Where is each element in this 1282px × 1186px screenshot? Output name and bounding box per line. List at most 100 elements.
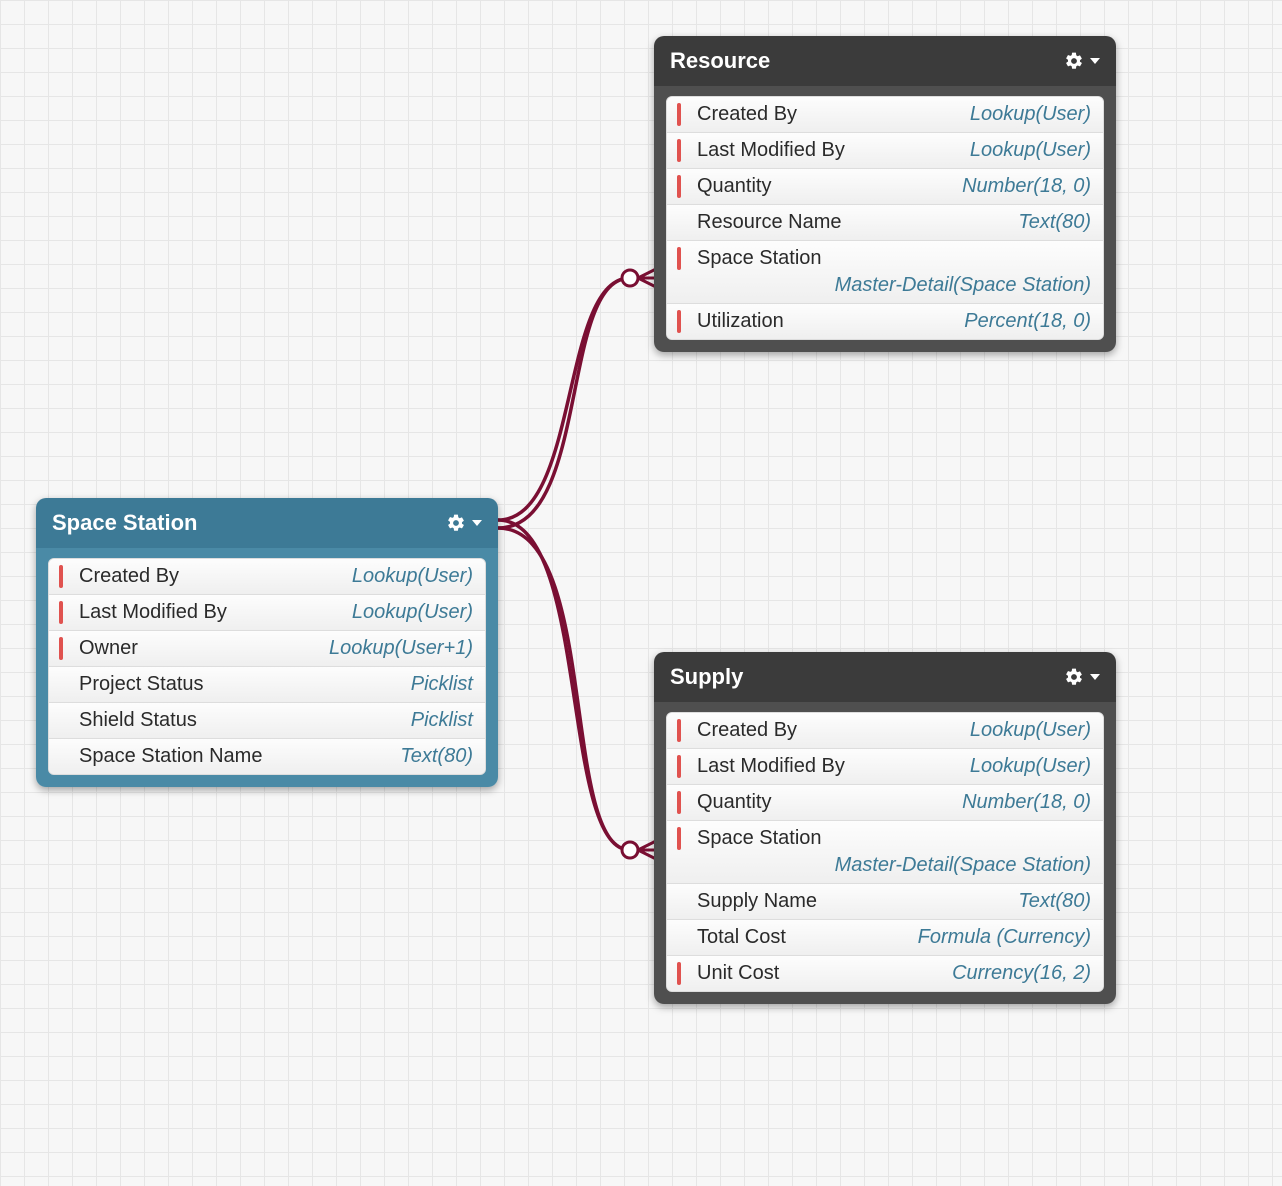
relationship-bar-icon xyxy=(59,673,63,696)
field-row[interactable]: Unit CostCurrency(16, 2) xyxy=(667,955,1103,991)
field-row[interactable]: Quantity Number(18, 0) xyxy=(667,168,1103,204)
field-type: Lookup(User) xyxy=(352,565,473,588)
field-row[interactable]: Created By Lookup(User) xyxy=(667,97,1103,132)
field-name: Shield Status xyxy=(79,709,401,732)
field-name: Resource Name xyxy=(697,211,1008,234)
field-row[interactable]: OwnerLookup(User+1) xyxy=(49,630,485,666)
field-name: Total Cost xyxy=(697,926,908,949)
field-row[interactable]: Shield StatusPicklist xyxy=(49,702,485,738)
field-name: Last Modified By xyxy=(697,139,960,162)
field-type: Lookup(User) xyxy=(970,755,1091,778)
entity-body: Created By Lookup(User) Last Modified By Lo… xyxy=(36,548,498,787)
connector-spacestation-supply-b xyxy=(498,528,630,850)
entity-space-station[interactable]: Space StationCreated ByLookup(User)Last … xyxy=(36,498,498,787)
relationship-bar-icon xyxy=(59,745,63,768)
field-row[interactable]: Space Station Master-Detail(Space Station… xyxy=(667,240,1103,303)
relationship-bar-icon xyxy=(59,709,63,732)
field-name: Space Station xyxy=(697,247,1091,270)
entity-resource[interactable]: ResourceCreated ByLookup(User)Last Modif… xyxy=(654,36,1116,352)
field-row[interactable]: Supply Name Text(80) xyxy=(667,883,1103,919)
field-type: Number(18, 0) xyxy=(962,175,1091,198)
field-row[interactable]: Last Modified By Lookup(User) xyxy=(49,594,485,630)
field-row[interactable]: Quantity Number(18, 0) xyxy=(667,784,1103,820)
field-row[interactable]: Total Cost Formula (Currency) xyxy=(667,919,1103,955)
relationship-bar-icon xyxy=(677,175,681,198)
relationship-bar-icon xyxy=(59,601,63,624)
relationship-bar-icon xyxy=(677,211,681,234)
field-row[interactable]: Utilization Percent(18, 0) xyxy=(667,303,1103,339)
entity-title: Supply xyxy=(670,664,743,690)
relationship-bar-icon xyxy=(677,791,681,814)
field-name: Created By xyxy=(79,565,342,588)
entity-body: Created By Lookup(User) Last Modified By Lo… xyxy=(654,86,1116,352)
entity-title: Resource xyxy=(670,48,770,74)
relationship-bar-icon xyxy=(59,565,63,588)
gear-icon[interactable] xyxy=(1064,667,1100,687)
field-row[interactable]: Created By Lookup(User) xyxy=(667,713,1103,748)
chevron-down-icon xyxy=(1090,58,1100,64)
relationship-bar-icon xyxy=(59,637,63,660)
gear-icon[interactable] xyxy=(446,513,482,533)
field-row[interactable]: Last Modified By Lookup(User) xyxy=(667,132,1103,168)
field-name: Quantity xyxy=(697,791,952,814)
field-name: Last Modified By xyxy=(79,601,342,624)
connector-spacestation-supply xyxy=(498,520,630,850)
field-name: Owner xyxy=(79,637,319,660)
field-name: Project Status xyxy=(79,673,401,696)
field-type: Text(80) xyxy=(1018,890,1091,913)
field-row[interactable]: Last Modified By Lookup(User) xyxy=(667,748,1103,784)
field-type: Master-Detail(Space Station) xyxy=(677,854,1091,877)
chevron-down-icon xyxy=(1090,674,1100,680)
entity-header-supply[interactable]: Supply xyxy=(654,652,1116,702)
field-name: Last Modified By xyxy=(697,755,960,778)
chevron-down-icon xyxy=(472,520,482,526)
field-type: Lookup(User) xyxy=(970,719,1091,742)
field-name: Space Station xyxy=(697,827,1091,850)
relationship-bar-icon xyxy=(677,827,681,850)
relationship-bar-icon xyxy=(677,926,681,949)
field-type: Master-Detail(Space Station) xyxy=(677,274,1091,297)
field-row[interactable]: Space Station Master-Detail(Space Station… xyxy=(667,820,1103,883)
field-type: Text(80) xyxy=(1018,211,1091,234)
connector-spacestation-resource xyxy=(498,278,630,520)
endpoint-circle-supply xyxy=(622,842,638,858)
field-list: Created By Lookup(User) Last Modified By Lo… xyxy=(666,712,1104,992)
field-type: Number(18, 0) xyxy=(962,791,1091,814)
entity-header-space-station[interactable]: Space Station xyxy=(36,498,498,548)
field-name: Space Station Name xyxy=(79,745,390,768)
entity-body: Created By Lookup(User) Last Modified By Lo… xyxy=(654,702,1116,1004)
field-name: Quantity xyxy=(697,175,952,198)
field-row[interactable]: Project Status Picklist xyxy=(49,666,485,702)
relationship-bar-icon xyxy=(677,310,681,333)
relationship-bar-icon xyxy=(677,755,681,778)
relationship-bar-icon xyxy=(677,890,681,913)
field-type: Formula (Currency) xyxy=(918,926,1091,949)
field-type: Percent(18, 0) xyxy=(964,310,1091,333)
field-type: Text(80) xyxy=(400,745,473,768)
field-name: Supply Name xyxy=(697,890,1008,913)
relationship-bar-icon xyxy=(677,139,681,162)
field-list: Created By Lookup(User) Last Modified By Lo… xyxy=(666,96,1104,340)
connector-spacestation-resource-b xyxy=(498,278,630,528)
relationship-bar-icon xyxy=(677,962,681,985)
field-list: Created By Lookup(User) Last Modified By Lo… xyxy=(48,558,486,775)
field-type: Picklist xyxy=(411,673,473,696)
field-name: Created By xyxy=(697,103,960,126)
field-row[interactable]: Space Station Name Text(80) xyxy=(49,738,485,774)
gear-icon[interactable] xyxy=(1064,51,1100,71)
field-type: Currency(16, 2) xyxy=(952,962,1091,985)
entity-header-resource[interactable]: Resource xyxy=(654,36,1116,86)
relationship-bar-icon xyxy=(677,103,681,126)
field-row[interactable]: Resource Name Text(80) xyxy=(667,204,1103,240)
field-row[interactable]: Created By Lookup(User) xyxy=(49,559,485,594)
field-type: Lookup(User) xyxy=(970,103,1091,126)
field-name: Utilization xyxy=(697,310,954,333)
field-type: Lookup(User) xyxy=(970,139,1091,162)
entity-title: Space Station xyxy=(52,510,197,536)
entity-supply[interactable]: SupplyCreated ByLookup(User)Last Modifie… xyxy=(654,652,1116,1004)
relationship-bar-icon xyxy=(677,719,681,742)
endpoint-circle-resource xyxy=(622,270,638,286)
field-type: Lookup(User) xyxy=(352,601,473,624)
relationship-bar-icon xyxy=(677,247,681,270)
field-name: Created By xyxy=(697,719,960,742)
